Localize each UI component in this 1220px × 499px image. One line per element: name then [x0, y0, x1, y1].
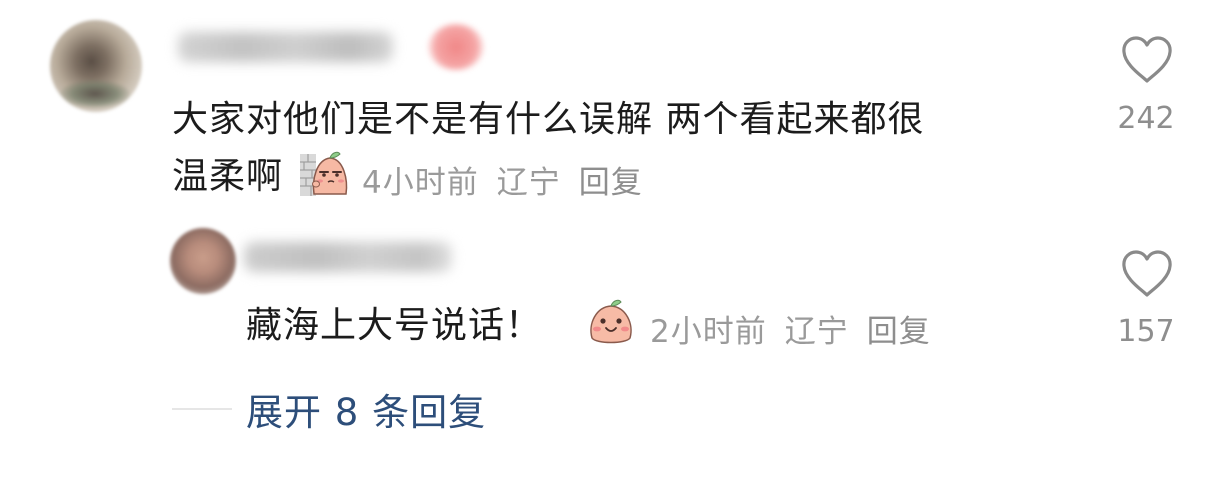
blurred-user-badge	[428, 24, 484, 70]
reply-button[interactable]: 回复	[579, 157, 643, 202]
peach-peeking-sticker	[300, 151, 348, 196]
heart-outline-icon[interactable]	[1120, 248, 1174, 300]
heart-outline-icon[interactable]	[1120, 34, 1174, 86]
expand-divider	[172, 408, 232, 410]
reply-avatar[interactable]	[170, 228, 236, 294]
comment-meta: 4小时前 辽宁 回复	[362, 157, 643, 202]
blurred-username[interactable]	[178, 32, 393, 62]
reply-text: 藏海上大号说话！	[246, 305, 543, 346]
reply-like-count: 157	[1117, 314, 1175, 349]
reply-location: 辽宁	[784, 314, 849, 350]
like-count: 242	[1117, 101, 1175, 136]
peach-smile-sticker	[590, 299, 632, 344]
reply-time: 2小时前	[650, 314, 767, 350]
comment-time: 4小时前	[362, 165, 479, 201]
avatar-detail	[60, 80, 130, 108]
reply-button[interactable]: 回复	[867, 306, 931, 351]
blurred-reply-username[interactable]	[244, 242, 452, 272]
reply-meta: 2小时前 辽宁 回复	[650, 306, 931, 351]
comment-text-line-1: 大家对他们是不是有什么误解 两个看起来都很	[172, 99, 925, 140]
comment-location: 辽宁	[496, 165, 561, 201]
comment-text-line-2: 温柔啊	[172, 156, 284, 197]
expand-replies-button[interactable]: 展开 8 条回复	[246, 382, 486, 436]
avatar[interactable]	[50, 20, 142, 112]
